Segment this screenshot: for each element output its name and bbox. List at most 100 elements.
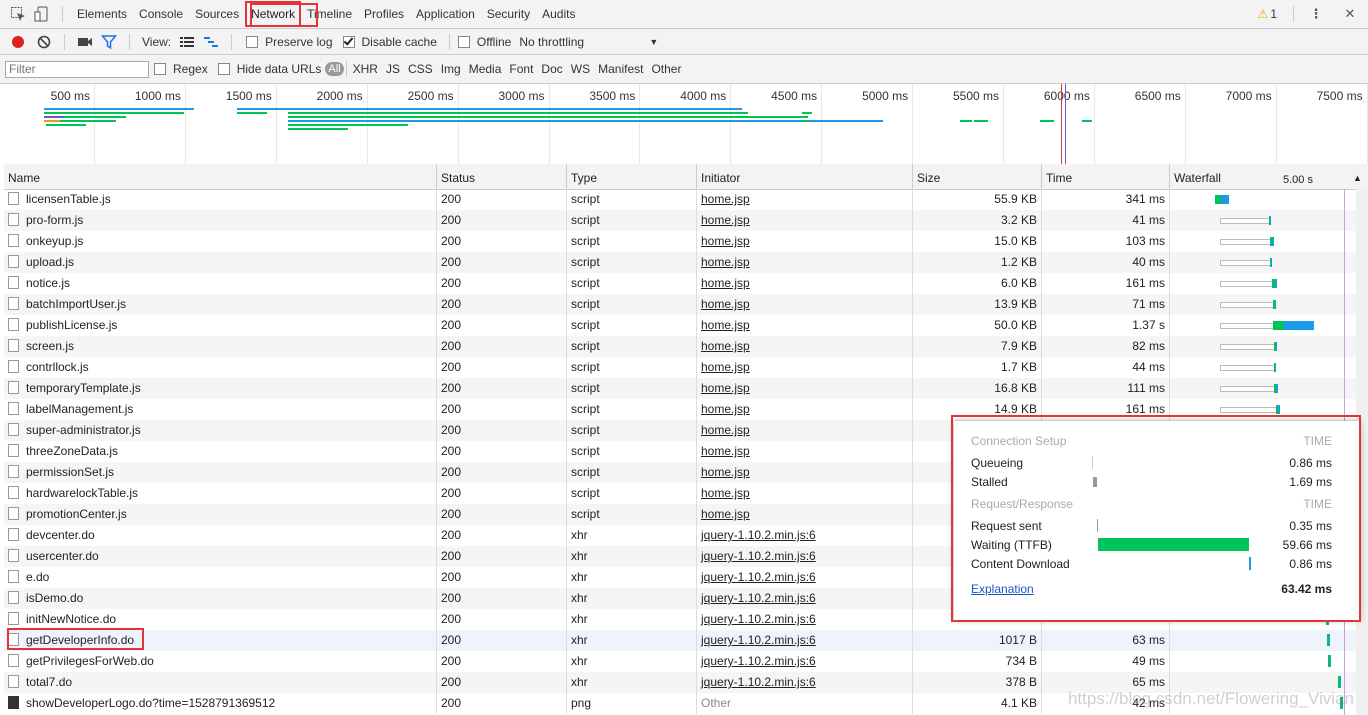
close-icon[interactable]: ✕ xyxy=(1342,6,1358,22)
cell-waterfall[interactable] xyxy=(1169,336,1368,357)
filter-type-manifest[interactable]: Manifest xyxy=(594,62,647,76)
warning-count[interactable]: 1 xyxy=(1270,7,1277,21)
initiator-text[interactable]: jquery-1.10.2.min.js:6 xyxy=(701,654,816,668)
cell-initiator[interactable]: home.jsp xyxy=(696,189,912,210)
cell-initiator[interactable]: home.jsp xyxy=(696,273,912,294)
tab-audits[interactable]: Audits xyxy=(536,3,581,25)
cell-name[interactable]: super-administrator.js xyxy=(4,420,436,441)
initiator-text[interactable]: home.jsp xyxy=(701,318,750,332)
cell-initiator[interactable]: jquery-1.10.2.min.js:6 xyxy=(696,651,912,672)
large-request-rows-icon[interactable] xyxy=(179,34,195,50)
column-name[interactable]: Name xyxy=(4,164,436,189)
table-row[interactable]: getDeveloperInfo.do 200 xhr jquery-1.10.2.m… xyxy=(4,630,1368,651)
cell-name[interactable]: getPrivilegesForWeb.do xyxy=(4,651,436,672)
tab-application[interactable]: Application xyxy=(410,3,481,25)
column-initiator[interactable]: Initiator xyxy=(696,164,912,189)
regex-label[interactable]: Regex xyxy=(173,62,208,76)
cell-name[interactable]: onkeyup.js xyxy=(4,231,436,252)
column-time[interactable]: Time xyxy=(1041,164,1169,189)
filter-type-css[interactable]: CSS xyxy=(404,62,437,76)
cell-name[interactable]: isDemo.do xyxy=(4,588,436,609)
filter-type-js[interactable]: JS xyxy=(382,62,404,76)
offline-checkbox[interactable] xyxy=(457,35,470,48)
device-toolbar-icon[interactable] xyxy=(34,6,50,22)
initiator-text[interactable]: home.jsp xyxy=(701,402,750,416)
filter-input[interactable] xyxy=(5,60,149,78)
offline-label[interactable]: Offline xyxy=(477,35,511,49)
cell-waterfall[interactable] xyxy=(1169,273,1368,294)
column-waterfall[interactable]: Waterfall 5.00 s ▲ xyxy=(1169,164,1368,189)
cell-name[interactable]: promotionCenter.js xyxy=(4,504,436,525)
initiator-text[interactable]: jquery-1.10.2.min.js:6 xyxy=(701,528,816,542)
initiator-text[interactable]: home.jsp xyxy=(701,297,750,311)
preserve-log-label[interactable]: Preserve log xyxy=(265,35,332,49)
tab-console[interactable]: Console xyxy=(133,3,189,25)
tab-elements[interactable]: Elements xyxy=(71,3,133,25)
cell-name[interactable]: initNewNotice.do xyxy=(4,609,436,630)
cell-initiator[interactable]: home.jsp xyxy=(696,357,912,378)
cell-initiator[interactable]: home.jsp xyxy=(696,315,912,336)
cell-waterfall[interactable] xyxy=(1169,231,1368,252)
cell-initiator[interactable]: jquery-1.10.2.min.js:6 xyxy=(696,609,912,630)
cell-name[interactable]: usercenter.do xyxy=(4,546,436,567)
initiator-text[interactable]: home.jsp xyxy=(701,423,750,437)
cell-initiator[interactable]: jquery-1.10.2.min.js:6 xyxy=(696,567,912,588)
initiator-text[interactable]: home.jsp xyxy=(701,360,750,374)
cell-name[interactable]: notice.js xyxy=(4,273,436,294)
table-row[interactable]: upload.js 200 script home.jsp 1.2 KB 40 ms xyxy=(4,252,1368,273)
initiator-text[interactable]: home.jsp xyxy=(701,255,750,269)
initiator-text[interactable]: home.jsp xyxy=(701,381,750,395)
table-row[interactable]: notice.js 200 script home.jsp 6.0 KB 161 ms xyxy=(4,273,1368,294)
capture-screenshots-icon[interactable] xyxy=(77,34,93,50)
cell-waterfall[interactable] xyxy=(1169,189,1368,210)
cell-waterfall[interactable] xyxy=(1169,630,1368,651)
table-row[interactable]: publishLicense.js 200 script home.jsp 50.0 K… xyxy=(4,315,1368,336)
filter-type-doc[interactable]: Doc xyxy=(537,62,566,76)
cell-initiator[interactable]: home.jsp xyxy=(696,483,912,504)
cell-initiator[interactable]: jquery-1.10.2.min.js:6 xyxy=(696,546,912,567)
table-row[interactable]: pro-form.js 200 script home.jsp 3.2 KB 41 ms xyxy=(4,210,1368,231)
cell-name[interactable]: labelManagement.js xyxy=(4,399,436,420)
cell-initiator[interactable]: home.jsp xyxy=(696,252,912,273)
cell-name[interactable]: screen.js xyxy=(4,336,436,357)
chevron-down-icon[interactable]: ▼ xyxy=(649,37,658,47)
cell-name[interactable]: upload.js xyxy=(4,252,436,273)
table-row[interactable]: contrllock.js 200 script home.jsp 1.7 KB 44 m… xyxy=(4,357,1368,378)
cell-waterfall[interactable] xyxy=(1169,252,1368,273)
column-size[interactable]: Size xyxy=(912,164,1041,189)
initiator-text[interactable]: home.jsp xyxy=(701,486,750,500)
cell-initiator[interactable]: jquery-1.10.2.min.js:6 xyxy=(696,525,912,546)
more-menu-icon[interactable]: ⋮ xyxy=(1308,6,1324,22)
cell-name[interactable]: contrllock.js xyxy=(4,357,436,378)
preserve-log-checkbox[interactable] xyxy=(246,35,259,48)
cell-name[interactable]: temporaryTemplate.js xyxy=(4,378,436,399)
hide-data-urls-checkbox[interactable] xyxy=(217,63,230,75)
tab-sources[interactable]: Sources xyxy=(189,3,245,25)
cell-name[interactable]: licensenTable.js xyxy=(4,189,436,210)
cell-name[interactable]: permissionSet.js xyxy=(4,462,436,483)
cell-waterfall[interactable] xyxy=(1169,651,1368,672)
cell-waterfall[interactable] xyxy=(1169,210,1368,231)
record-icon[interactable] xyxy=(10,34,26,50)
inspect-element-icon[interactable] xyxy=(10,6,26,22)
initiator-text[interactable]: jquery-1.10.2.min.js:6 xyxy=(701,612,816,626)
initiator-text[interactable]: jquery-1.10.2.min.js:6 xyxy=(701,570,816,584)
initiator-text[interactable]: home.jsp xyxy=(701,213,750,227)
cell-name[interactable]: batchImportUser.js xyxy=(4,294,436,315)
table-row[interactable]: onkeyup.js 200 script home.jsp 15.0 KB 103 ms xyxy=(4,231,1368,252)
initiator-text[interactable]: jquery-1.10.2.min.js:6 xyxy=(701,675,816,689)
table-row[interactable]: batchImportUser.js 200 script home.jsp 13.9 … xyxy=(4,294,1368,315)
cell-initiator[interactable]: jquery-1.10.2.min.js:6 xyxy=(696,630,912,651)
table-row[interactable]: licensenTable.js 200 script home.jsp 55.9 KB… xyxy=(4,189,1368,210)
filter-type-xhr[interactable]: XHR xyxy=(349,62,382,76)
initiator-text[interactable]: jquery-1.10.2.min.js:6 xyxy=(701,591,816,605)
filter-type-media[interactable]: Media xyxy=(465,62,506,76)
table-row[interactable]: temporaryTemplate.js 200 script home.jsp 16.… xyxy=(4,378,1368,399)
cell-waterfall[interactable] xyxy=(1169,315,1368,336)
cell-name[interactable]: hardwarelockTable.js xyxy=(4,483,436,504)
initiator-text[interactable]: home.jsp xyxy=(701,276,750,290)
cell-initiator[interactable]: Other xyxy=(696,693,912,714)
filter-icon[interactable] xyxy=(100,34,118,50)
disable-cache-label[interactable]: Disable cache xyxy=(362,35,437,49)
column-status[interactable]: Status xyxy=(436,164,566,189)
